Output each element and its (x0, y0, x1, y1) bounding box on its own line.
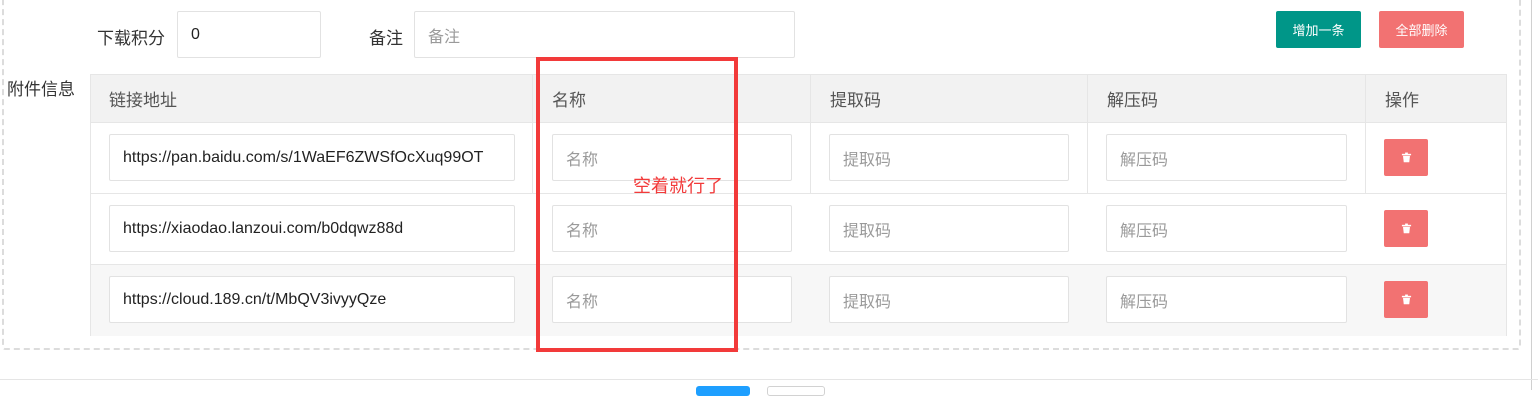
submit-button[interactable] (696, 386, 750, 396)
url-input[interactable]: https://pan.baidu.com/s/1WaEF6ZWSfOcXuq9… (109, 134, 515, 181)
extract-code-input[interactable]: 提取码 (829, 276, 1069, 323)
unzip-code-input[interactable]: 解压码 (1106, 276, 1347, 323)
url-input[interactable]: https://cloud.189.cn/t/MbQV3ivyyQze (109, 276, 515, 323)
url-input[interactable]: https://xiaodao.lanzoui.com/b0dqwz88d (109, 205, 515, 252)
table-row: https://xiaodao.lanzoui.com/b0dqwz88d 名称… (91, 194, 1506, 265)
download-points-input[interactable]: 0 (177, 11, 321, 58)
trash-icon (1401, 294, 1411, 305)
column-header-url: 链接地址 (109, 91, 177, 110)
reset-button[interactable] (767, 386, 825, 396)
delete-all-button[interactable]: 全部删除 (1379, 11, 1464, 48)
trash-icon (1401, 152, 1411, 163)
trash-icon (1401, 223, 1411, 234)
table-header: 链接地址 名称 提取码 解压码 操作 (91, 75, 1506, 123)
delete-row-button[interactable] (1384, 281, 1428, 318)
table-row: https://pan.baidu.com/s/1WaEF6ZWSfOcXuq9… (91, 123, 1506, 194)
footer-divider (0, 379, 1538, 380)
delete-row-button[interactable] (1384, 210, 1428, 247)
attachments-label: 附件信息 (7, 80, 75, 99)
unzip-code-input[interactable]: 解压码 (1106, 134, 1347, 181)
table-row: https://cloud.189.cn/t/MbQV3ivyyQze 名称 提… (91, 265, 1506, 336)
column-header-unzip: 解压码 (1107, 91, 1158, 110)
remark-label: 备注 (369, 29, 403, 48)
add-row-button[interactable]: 增加一条 (1276, 11, 1361, 48)
scrollbar-track[interactable] (1531, 0, 1532, 390)
unzip-code-input[interactable]: 解压码 (1106, 205, 1347, 252)
remark-input[interactable]: 备注 (414, 11, 795, 58)
download-points-label: 下载积分 (97, 29, 165, 48)
annotation-note: 空着就行了 (633, 176, 723, 196)
extract-code-input[interactable]: 提取码 (829, 205, 1069, 252)
annotation-highlight-box (536, 57, 738, 352)
column-header-actions: 操作 (1385, 91, 1419, 110)
attachments-table: 链接地址 名称 提取码 解压码 操作 https://pan.baidu.com… (90, 74, 1507, 336)
extract-code-input[interactable]: 提取码 (829, 134, 1069, 181)
delete-row-button[interactable] (1384, 139, 1428, 176)
column-header-code: 提取码 (830, 91, 881, 110)
